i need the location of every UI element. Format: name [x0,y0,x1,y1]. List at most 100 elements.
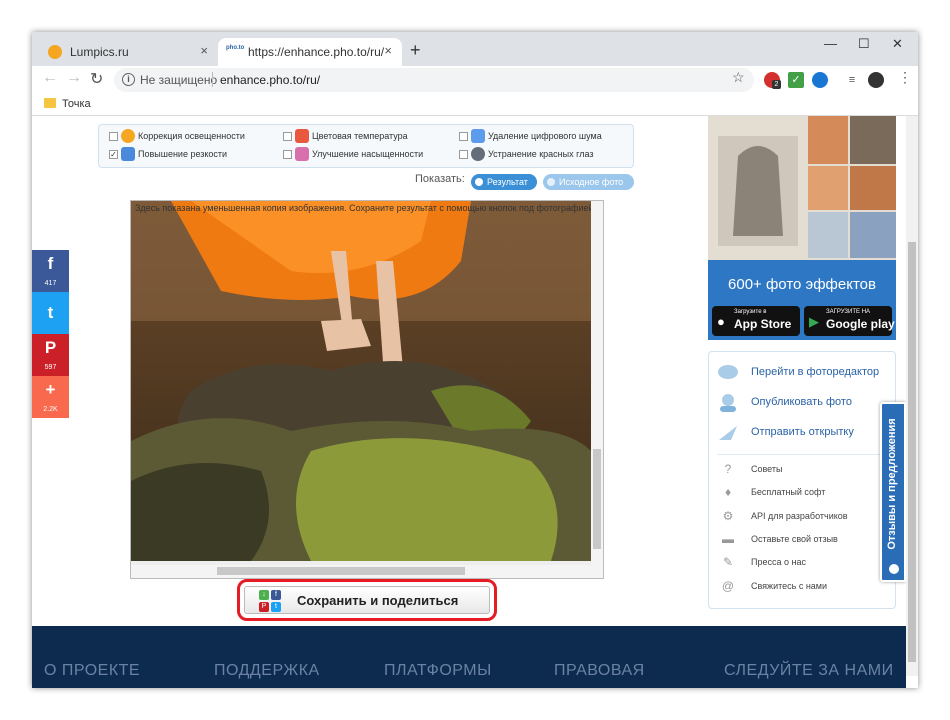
radio-icon [547,178,555,186]
photo-image [131,201,591,561]
ad-image [708,116,896,260]
gear-icon: ⚙ [722,509,734,523]
save-share-label: Сохранить и поделиться [297,593,459,608]
image-preview: Здесь показана уменьшенная копия изображ… [130,200,604,579]
page-content: Коррекция освещенности Цветовая температ… [32,116,906,688]
page-scrollbar[interactable] [906,116,918,676]
back-button[interactable]: ← [42,69,58,87]
checkbox[interactable] [459,132,468,141]
option-label: Улучшение насыщенности [312,149,424,159]
app-ad-banner[interactable]: 600+ фото эффектов ● Загрузите в App Sto… [708,116,896,340]
photo-favicon-icon: pho.to [226,45,245,51]
checkbox[interactable] [283,132,292,141]
option-label: Удаление цифрового шума [488,131,602,141]
menu-icon[interactable]: ⋮ [898,69,912,86]
download-icon: ↓ [259,590,269,600]
checkbox[interactable] [283,150,292,159]
facebook-share-button[interactable]: f 417 [32,250,69,292]
image-vertical-scrollbar[interactable] [591,201,603,565]
checkbox[interactable] [109,132,118,141]
bookmark-item[interactable]: Точка [62,98,91,110]
facebook-icon: f [271,590,281,600]
checkbox-checked[interactable]: ✓ [109,150,118,159]
info-icon[interactable]: i [122,73,135,86]
bookmarks-bar: Точка [32,94,918,116]
app-store-button[interactable]: ● Загрузите в App Store [712,306,800,336]
footer-support[interactable]: ПОДДЕРЖКА [214,662,320,680]
footer-follow[interactable]: СЛЕДУЙТЕ ЗА НАМИ [724,662,894,680]
noise-icon [471,129,485,143]
scroll-thumb[interactable] [593,449,601,549]
saturation-icon [295,147,309,161]
ad-collage-image [708,116,896,260]
show-result-button[interactable]: Результат [471,174,537,190]
pinterest-share-button[interactable]: P 597 [32,334,69,376]
feedback-tab[interactable]: Отзывы и предложения [880,402,906,582]
comment-icon: ▬ [722,532,734,546]
store-caption: ЗАГРУЗИТЕ НА [826,309,871,315]
share-count: 417 [44,280,57,287]
forward-button[interactable]: → [66,69,82,87]
tab-enhance[interactable]: pho.to https://enhance.pho.to/ru/ × [218,38,402,66]
bookmark-star-icon[interactable]: ☆ [732,69,745,86]
main-area: Коррекция освещенности Цветовая температ… [32,116,698,626]
sun-icon [121,129,135,143]
save-share-button[interactable]: ↓ f P t Сохранить и поделиться [237,579,497,621]
footer-legal[interactable]: ПРАВОВАЯ [554,662,645,680]
store-name: Google play [826,317,895,331]
maximize-button[interactable]: ☐ [858,36,870,52]
option-label: Устранение красных глаз [488,149,594,159]
more-share-button[interactable]: + 2.2K [32,376,69,418]
url-text[interactable]: enhance.pho.to/ru/ [220,73,320,87]
publish-icon [717,392,739,412]
tab-title: Lumpics.ru [70,45,129,59]
software-icon: ♦ [724,485,732,499]
scroll-thumb[interactable] [217,567,465,575]
at-icon: @ [721,579,735,593]
page-footer: О ПРОЕКТЕ ПОДДЕРЖКА ПЛАТФОРМЫ ПРАВОВАЯ С… [32,626,906,688]
checkbox[interactable] [459,150,468,159]
pinterest-icon: P [259,602,269,612]
footer-about[interactable]: О ПРОЕКТЕ [44,662,140,680]
link-label: Бесплатный софт [751,487,826,497]
share-count: 2.2K [43,406,58,413]
tab-strip: Lumpics.ru × pho.to https://enhance.pho.… [32,32,918,66]
twitter-share-button[interactable]: t [32,292,69,334]
feedback-icon [889,564,899,574]
extension-check-icon[interactable]: ✓ [788,72,804,88]
footer-platforms[interactable]: ПЛАТФОРМЫ [384,662,492,680]
extension-globe-icon[interactable] [812,72,828,88]
profile-avatar[interactable] [868,72,884,88]
scroll-thumb[interactable] [908,242,916,662]
minimize-button[interactable]: — [824,36,837,51]
tab-close-icon[interactable]: × [200,43,208,58]
google-play-button[interactable]: ▶ ЗАГРУЗИТЕ НА Google play [804,306,895,336]
card-icon [717,422,739,442]
link-label: Оставьте свой отзыв [751,534,838,544]
ad-title: 600+ фото эффектов [728,276,876,293]
tab-lumpics[interactable]: Lumpics.ru × [40,38,218,66]
option-label: Коррекция освещенности [138,131,245,141]
show-original-button[interactable]: Исходное фото [543,174,634,190]
extension-red-icon[interactable]: 2 [764,72,781,89]
link-label: Отправить открытку [751,426,854,438]
editor-icon [717,362,739,382]
security-status: Не защищено [140,73,218,87]
reload-button[interactable]: ↻ [90,69,103,89]
save-share-inner[interactable]: ↓ f P t Сохранить и поделиться [244,586,490,614]
tab-close-icon[interactable]: × [384,43,392,58]
address-bar[interactable]: i Не защищено enhance.pho.to/ru/ [114,68,754,92]
reading-list-icon[interactable]: ≡ [844,72,860,88]
facebook-icon: f [47,254,54,273]
twitter-icon: t [271,602,281,612]
store-caption: Загрузите в [734,309,767,315]
image-horizontal-scrollbar[interactable] [131,565,603,578]
new-tab-button[interactable]: + [410,40,421,61]
divider [212,72,213,87]
plus-icon: + [45,380,56,399]
close-window-button[interactable]: ✕ [892,36,903,52]
image-note: Здесь показана уменьшенная копия изображ… [135,203,591,213]
sharpen-icon [121,147,135,161]
radio-selected-icon [475,178,483,186]
play-icon: ▶ [809,314,819,329]
